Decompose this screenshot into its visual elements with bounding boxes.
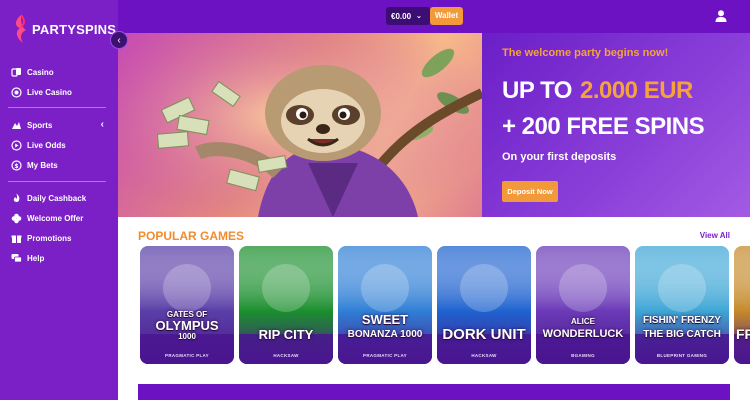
sidebar-item-label: Live Casino: [27, 87, 72, 97]
nav-group-sports: Sports ‹ Live Odds $ My Bets: [0, 115, 118, 175]
sidebar-collapse-button[interactable]: ‹: [110, 31, 128, 49]
sidebar-item-live-odds[interactable]: Live Odds: [0, 135, 118, 155]
game-provider: BLUEPRINT GAMING: [656, 353, 708, 358]
gift-icon: [11, 233, 22, 244]
sidebar-item-live-casino[interactable]: Live Casino: [0, 82, 118, 102]
hero-banner[interactable]: The welcome party begins now! UP TO 2.000…: [118, 33, 750, 217]
sidebar-item-label: Help: [27, 253, 45, 263]
section-title-popular-games: POPULAR GAMES: [138, 229, 245, 243]
svg-text:$: $: [14, 163, 18, 170]
game-card[interactable]: GATES OF OLYMPUS 1000 PRAGMATIC PLAY: [140, 246, 234, 364]
play-icon: [11, 139, 22, 151]
game-provider: PRAGMATIC PLAY: [165, 353, 209, 358]
sports-icon: [11, 120, 22, 131]
game-provider: HACKSAW: [273, 353, 299, 358]
sidebar-item-label: Welcome Offer: [27, 213, 84, 223]
chevron-down-icon: ⌄: [416, 13, 422, 20]
hero-kicker: The welcome party begins now!: [502, 47, 669, 59]
sloth-illustration: [118, 33, 485, 217]
game-title: DORK UNIT: [442, 326, 526, 343]
chevron-left-icon: ‹: [117, 35, 121, 46]
game-card[interactable]: FR: [734, 246, 750, 364]
hero-free-spins: + 200 FREE SPINS: [502, 113, 705, 140]
game-title: FR: [736, 326, 750, 342]
brand-logo[interactable]: PARTYSPINS: [12, 14, 116, 44]
wallet-button[interactable]: Wallet: [430, 7, 463, 25]
game-thumbnail: [140, 246, 234, 364]
user-account-icon[interactable]: [714, 9, 728, 23]
sidebar-item-label: Daily Cashback: [27, 193, 87, 203]
coin-icon: $: [11, 159, 22, 171]
game-thumbnail: [437, 246, 531, 364]
sidebar-item-sports[interactable]: Sports ‹: [0, 115, 118, 135]
chevron-left-icon[interactable]: ‹: [101, 119, 104, 130]
hero-illustration: [118, 33, 485, 217]
game-provider: PRAGMATIC PLAY: [363, 353, 407, 358]
sidebar: PARTYSPINS Casino Live Casino Sports ‹ L…: [0, 0, 118, 400]
brand-name: PARTYSPINS: [32, 21, 117, 37]
sidebar-item-promotions[interactable]: Promotions: [0, 228, 118, 248]
hero-subtitle: On your first deposits: [502, 151, 617, 163]
game-thumbnail: [338, 246, 432, 364]
sidebar-item-label: Live Odds: [27, 140, 66, 150]
games-carousel: GATES OF OLYMPUS 1000 PRAGMATIC PLAY RIP C…: [140, 246, 750, 364]
balance-amount: €0.00: [391, 11, 412, 21]
deposit-now-button[interactable]: Deposit Now: [502, 181, 558, 202]
sidebar-item-help[interactable]: Help: [0, 248, 118, 268]
sidebar-item-my-bets[interactable]: $ My Bets: [0, 155, 118, 175]
game-card[interactable]: ALICE WONDERLUCK BGAMING: [536, 246, 630, 364]
game-thumbnail: [239, 246, 333, 364]
topbar: €0.00 ⌄ Wallet: [118, 0, 750, 33]
game-card[interactable]: SWEET BONANZA 1000 PRAGMATIC PLAY: [338, 246, 432, 364]
sidebar-item-daily-cashback[interactable]: Daily Cashback: [0, 188, 118, 208]
lightning-logo-icon: [15, 14, 26, 43]
game-card[interactable]: RIP CITY HACKSAW: [239, 246, 333, 364]
game-thumbnail: [635, 246, 729, 364]
hero-headline-prefix: UP TO: [502, 77, 572, 104]
balance-dropdown[interactable]: €0.00 ⌄: [386, 7, 430, 25]
hero-headline: UP TO 2.000 EUR: [502, 77, 693, 105]
live-casino-icon: [11, 86, 22, 98]
sidebar-item-label: Sports: [27, 120, 53, 130]
game-title: GATES OF OLYMPUS 1000: [155, 310, 219, 341]
game-title: RIP CITY: [258, 327, 314, 342]
clover-icon: [11, 213, 22, 224]
sidebar-item-casino[interactable]: Casino: [0, 62, 118, 82]
game-title: SWEET BONANZA 1000: [347, 312, 423, 340]
hero-headline-amount: 2.000 EUR: [579, 77, 693, 104]
sidebar-item-label: My Bets: [27, 160, 58, 170]
cards-icon: [11, 67, 22, 78]
sidebar-item-label: Casino: [27, 67, 54, 77]
game-provider: BGAMING: [571, 353, 595, 358]
chat-icon: [11, 253, 22, 264]
hero-offer-panel: The welcome party begins now! UP TO 2.000…: [482, 33, 750, 217]
game-provider: HACKSAW: [471, 353, 497, 358]
game-card[interactable]: FISHIN' FRENZY THE BIG CATCH BLUEPRINT GA…: [635, 246, 729, 364]
sidebar-divider: [8, 107, 106, 108]
flame-icon: [11, 193, 22, 204]
nav-group-promotions: Daily Cashback Welcome Offer Promotions …: [0, 188, 118, 268]
bottom-promo-banner[interactable]: [138, 384, 730, 400]
view-all-link[interactable]: View All: [700, 231, 730, 240]
game-title: ALICE WONDERLUCK: [542, 317, 624, 340]
sidebar-item-label: Promotions: [27, 233, 72, 243]
game-thumbnail: [734, 246, 750, 364]
sidebar-item-welcome-offer[interactable]: Welcome Offer: [0, 208, 118, 228]
nav-group-casino: Casino Live Casino: [0, 62, 118, 102]
sidebar-divider: [8, 181, 106, 182]
game-title: FISHIN' FRENZY THE BIG CATCH: [643, 315, 721, 340]
game-thumbnail: [536, 246, 630, 364]
game-card[interactable]: DORK UNIT HACKSAW: [437, 246, 531, 364]
